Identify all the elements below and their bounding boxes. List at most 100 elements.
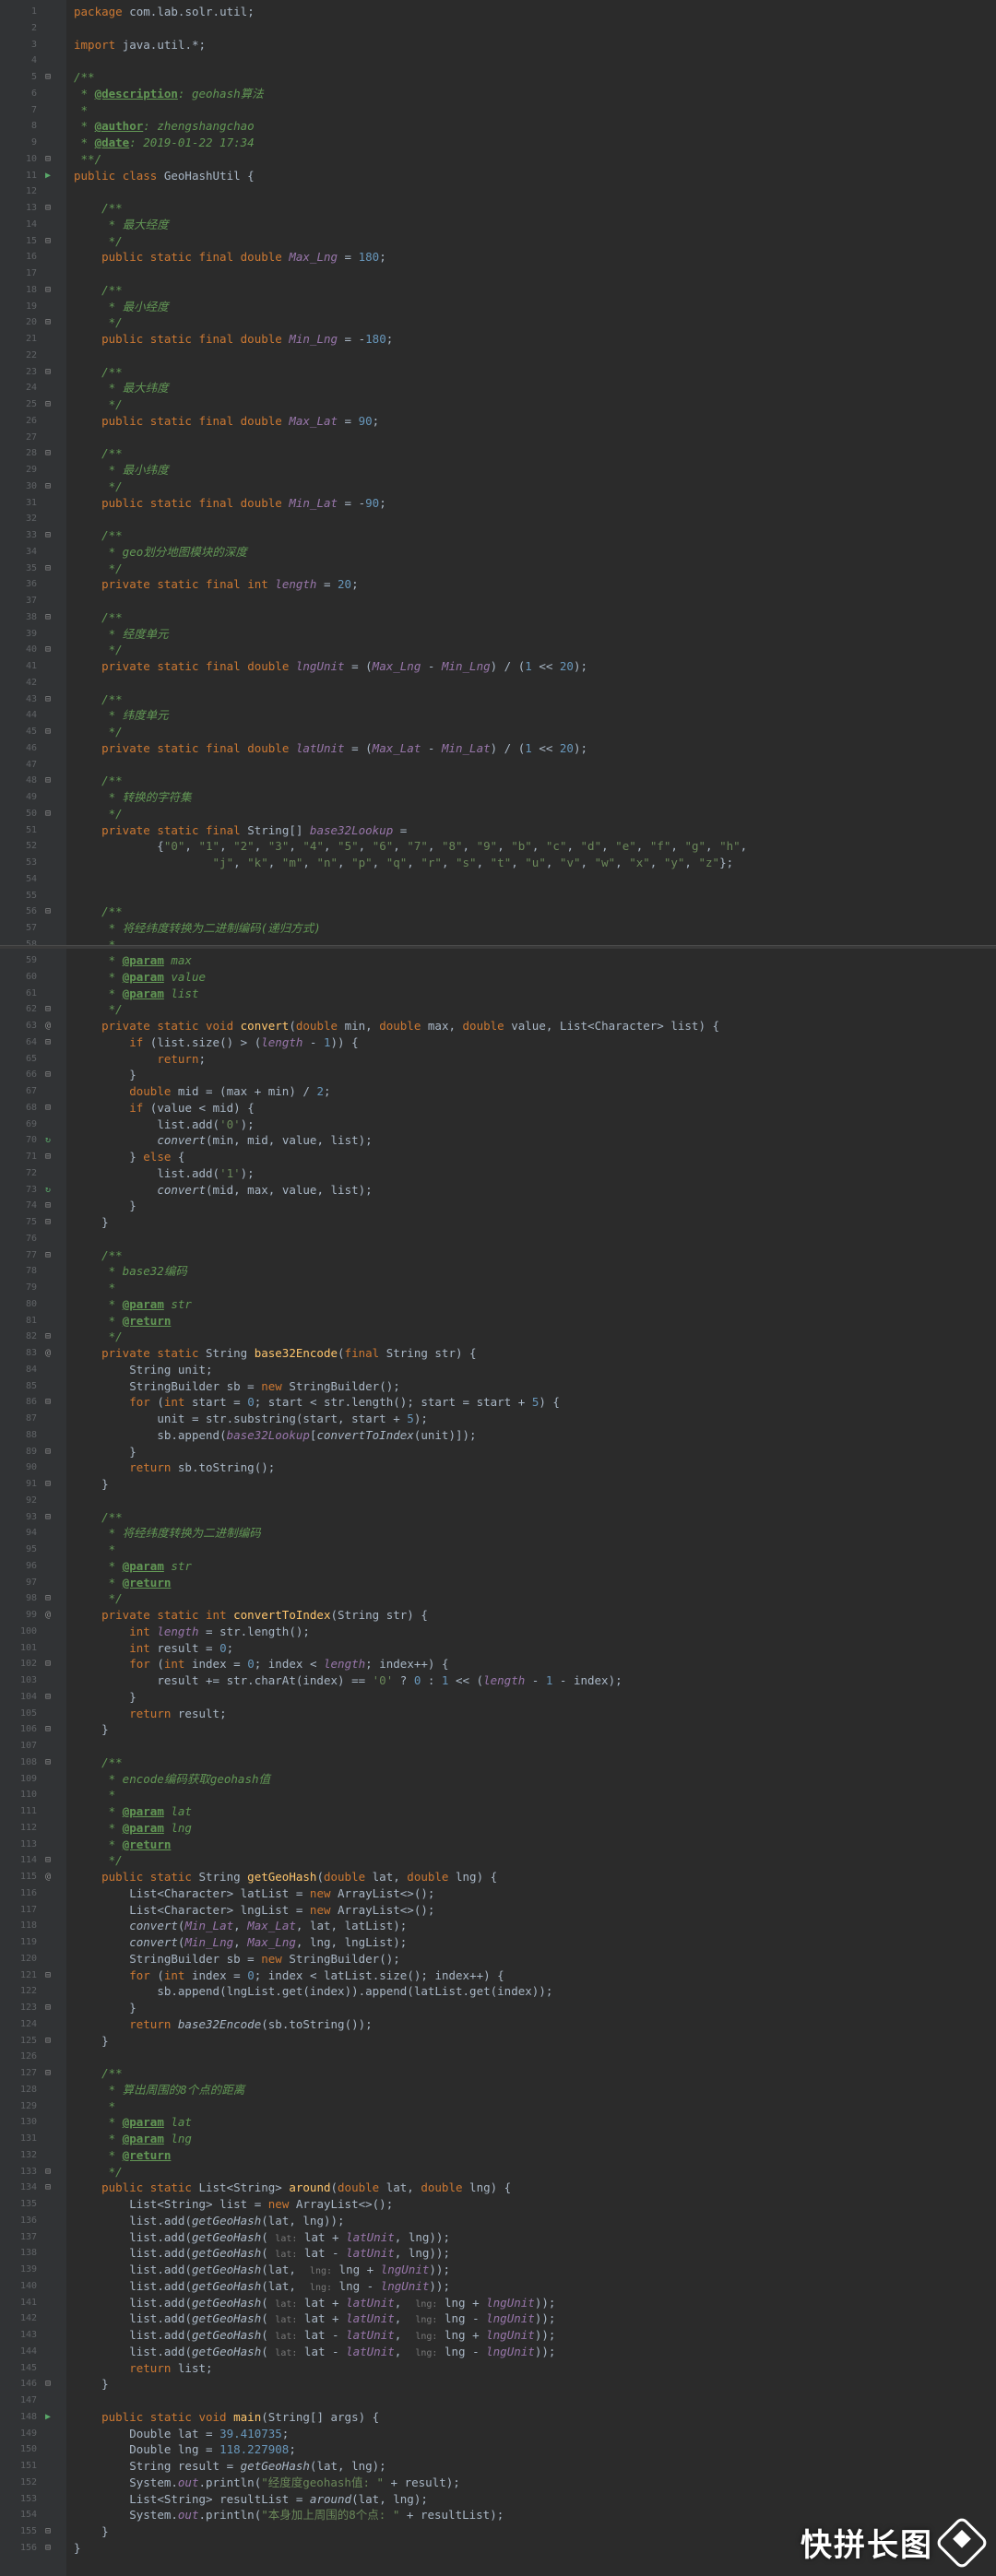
fold-icon[interactable]: ⊟ xyxy=(41,1247,55,1264)
code-line[interactable]: 102 ⊟ for (int index = 0; index < length;… xyxy=(0,1656,996,1672)
code-line[interactable]: 56 ⊟ /** xyxy=(0,904,996,920)
code-line[interactable]: 2 xyxy=(0,20,996,37)
override-icon[interactable]: @ xyxy=(41,1869,55,1885)
code-line[interactable]: 116 List<Character> latList = new ArrayL… xyxy=(0,1885,996,1902)
code-line[interactable]: 67 double mid = (max + min) / 2; xyxy=(0,1083,996,1100)
code-line[interactable]: 76 xyxy=(0,1231,996,1247)
fold-icon[interactable]: ⊟ xyxy=(41,2540,55,2557)
code-line[interactable]: 58 * xyxy=(0,937,996,945)
code-line[interactable]: 21 public static final double Min_Lng = … xyxy=(0,331,996,348)
code-line[interactable]: 19 * 最小经度 xyxy=(0,299,996,315)
code-line[interactable]: 143 list.add(getGeoHash( lat: lat - latU… xyxy=(0,2327,996,2344)
code-line[interactable]: 123 ⊟ } xyxy=(0,2000,996,2016)
fold-icon[interactable]: ⊟ xyxy=(41,1034,55,1051)
code-line[interactable]: 37 xyxy=(0,593,996,609)
code-line[interactable]: 59 * @param max xyxy=(0,952,996,969)
code-line[interactable]: 77 ⊟ /** xyxy=(0,1247,996,1264)
fold-icon[interactable]: ⊟ xyxy=(41,1214,55,1231)
code-line[interactable]: 44 * 纬度单元 xyxy=(0,707,996,724)
code-line[interactable]: 33 ⊟ /** xyxy=(0,527,996,544)
code-line[interactable]: 128 * 算出周围的8个点的距离 xyxy=(0,2082,996,2098)
code-line[interactable]: 22 xyxy=(0,348,996,364)
code-line[interactable]: 6 * @description: geohash算法 xyxy=(0,86,996,102)
code-line[interactable]: 16 public static final double Max_Lng = … xyxy=(0,249,996,266)
code-line[interactable]: 82 ⊟ */ xyxy=(0,1329,996,1345)
fold-icon[interactable]: ⊟ xyxy=(41,69,55,86)
code-line[interactable]: 108 ⊟ /** xyxy=(0,1755,996,1771)
code-line[interactable]: 98 ⊟ */ xyxy=(0,1590,996,1607)
fold-icon[interactable]: ⊟ xyxy=(41,1755,55,1771)
fold-icon[interactable]: ⊟ xyxy=(41,2164,55,2180)
code-line[interactable]: 95 * xyxy=(0,1542,996,1558)
code-line[interactable]: 63 @ private static void convert(double m… xyxy=(0,1018,996,1034)
fold-icon[interactable]: ⊟ xyxy=(41,1689,55,1706)
code-line[interactable]: 90 return sb.toString(); xyxy=(0,1459,996,1476)
code-line[interactable]: 153 List<String> resultList = around(lat… xyxy=(0,2491,996,2508)
code-line[interactable]: 72 list.add('1'); xyxy=(0,1165,996,1182)
code-line[interactable]: 15 ⊟ */ xyxy=(0,233,996,250)
override-icon[interactable]: @ xyxy=(41,1018,55,1034)
code-line[interactable]: 50 ⊟ */ xyxy=(0,806,996,822)
code-line[interactable]: 35 ⊟ */ xyxy=(0,561,996,577)
code-line[interactable]: 150 Double lng = 118.227908; xyxy=(0,2441,996,2458)
code-line[interactable]: 152 System.out.println("经度度geohash值: " +… xyxy=(0,2475,996,2491)
code-line[interactable]: 51 private static final String[] base32L… xyxy=(0,822,996,839)
code-line[interactable]: 145 return list; xyxy=(0,2360,996,2377)
code-line[interactable]: 46 private static final double latUnit =… xyxy=(0,740,996,757)
fold-icon[interactable]: ⊟ xyxy=(41,151,55,168)
code-line[interactable]: 39 * 经度单元 xyxy=(0,626,996,643)
code-line[interactable]: 23 ⊟ /** xyxy=(0,364,996,381)
fold-icon[interactable]: ⊟ xyxy=(41,2523,55,2540)
fold-icon[interactable]: ⊟ xyxy=(41,233,55,250)
code-line[interactable]: 14 * 最大经度 xyxy=(0,217,996,233)
code-line[interactable]: 28 ⊟ /** xyxy=(0,445,996,462)
code-line[interactable]: 113 * @return xyxy=(0,1837,996,1853)
code-line[interactable]: 138 list.add(getGeoHash( lat: lat - latU… xyxy=(0,2245,996,2262)
fold-icon[interactable]: ⊟ xyxy=(41,724,55,740)
code-line[interactable]: 103 result += str.charAt(index) == '0' ?… xyxy=(0,1672,996,1689)
code-line[interactable]: 148 ▶ public static void main(String[] ar… xyxy=(0,2409,996,2426)
code-line[interactable]: 13 ⊟ /** xyxy=(0,200,996,217)
code-line[interactable]: 36 private static final int length = 20; xyxy=(0,576,996,593)
code-line[interactable]: 61 * @param list xyxy=(0,986,996,1002)
code-line[interactable]: 140 list.add(getGeoHash(lat, lng: lng - … xyxy=(0,2278,996,2295)
override-icon[interactable]: @ xyxy=(41,1345,55,1362)
fold-icon[interactable]: ⊟ xyxy=(41,200,55,217)
fold-icon[interactable]: ⊟ xyxy=(41,1656,55,1672)
code-line[interactable]: 83 @ private static String base32Encode(f… xyxy=(0,1345,996,1362)
code-line[interactable]: 27 xyxy=(0,430,996,446)
code-line[interactable]: 69 list.add('0'); xyxy=(0,1117,996,1133)
fold-icon[interactable]: ⊟ xyxy=(41,1198,55,1214)
code-line[interactable]: 106 ⊟ } xyxy=(0,1721,996,1738)
fold-icon[interactable]: ⊟ xyxy=(41,2065,55,2082)
code-line[interactable]: 60 * @param value xyxy=(0,969,996,986)
code-line[interactable]: 20 ⊟ */ xyxy=(0,314,996,331)
editor-panel-top[interactable]: 1 package com.lab.solr.util; 2 3 import java… xyxy=(0,0,996,945)
code-line[interactable]: 147 xyxy=(0,2393,996,2409)
fold-icon[interactable]: ⊟ xyxy=(41,1852,55,1869)
code-line[interactable]: 55 xyxy=(0,888,996,904)
code-line[interactable]: 80 * @param str xyxy=(0,1296,996,1313)
fold-icon[interactable]: ⊟ xyxy=(41,479,55,495)
fold-icon[interactable]: ⊟ xyxy=(41,2180,55,2196)
code-line[interactable]: 104 ⊟ } xyxy=(0,1689,996,1706)
code-line[interactable]: 151 String result = getGeoHash(lat, lng)… xyxy=(0,2458,996,2475)
code-line[interactable]: 101 int result = 0; xyxy=(0,1640,996,1657)
fold-icon[interactable]: ⊟ xyxy=(41,1444,55,1460)
code-line[interactable]: 117 List<Character> lngList = new ArrayL… xyxy=(0,1902,996,1919)
fold-icon[interactable]: ⊟ xyxy=(41,396,55,413)
code-line[interactable]: 64 ⊟ if (list.size() > (length - 1)) { xyxy=(0,1034,996,1051)
code-line[interactable]: 89 ⊟ } xyxy=(0,1444,996,1460)
code-line[interactable]: 100 int length = str.length(); xyxy=(0,1624,996,1640)
code-line[interactable]: 11 ▶ public class GeoHashUtil { xyxy=(0,168,996,184)
code-line[interactable]: 3 import java.util.*; xyxy=(0,37,996,53)
code-line[interactable]: 78 * base32编码 xyxy=(0,1263,996,1280)
fold-icon[interactable]: ⊟ xyxy=(41,773,55,789)
fold-icon[interactable]: ⊟ xyxy=(41,314,55,331)
code-line[interactable]: 124 return base32Encode(sb.toString()); xyxy=(0,2016,996,2033)
code-line[interactable]: 29 * 最小纬度 xyxy=(0,462,996,479)
fold-icon[interactable]: ⊟ xyxy=(41,691,55,708)
code-line[interactable]: 115 @ public static String getGeoHash(dou… xyxy=(0,1869,996,1885)
code-line[interactable]: 91 ⊟ } xyxy=(0,1476,996,1493)
code-line[interactable]: 134 ⊟ public static List<String> around(d… xyxy=(0,2180,996,2196)
